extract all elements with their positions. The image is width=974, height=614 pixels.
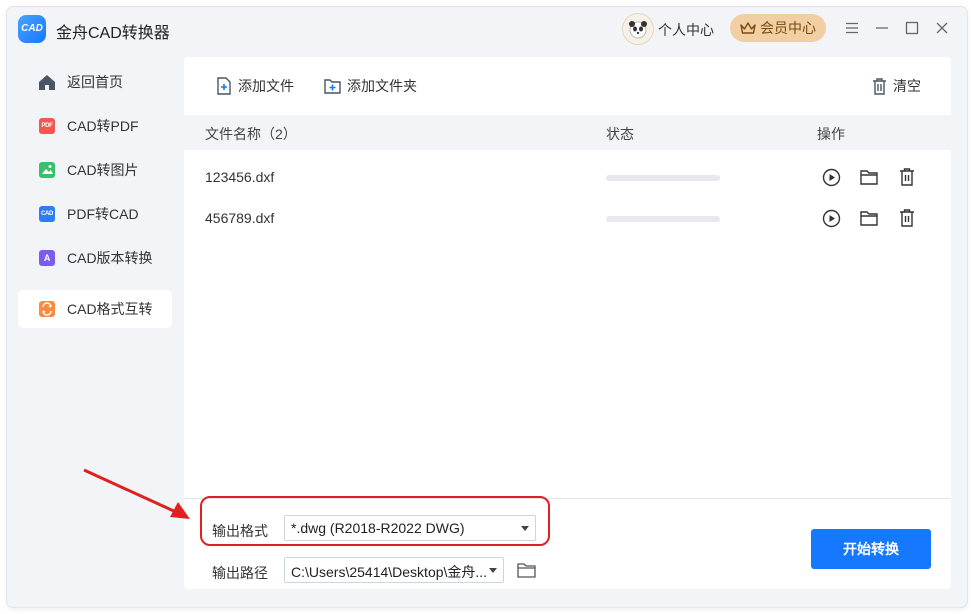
annotation-highlight-box [200, 496, 550, 546]
